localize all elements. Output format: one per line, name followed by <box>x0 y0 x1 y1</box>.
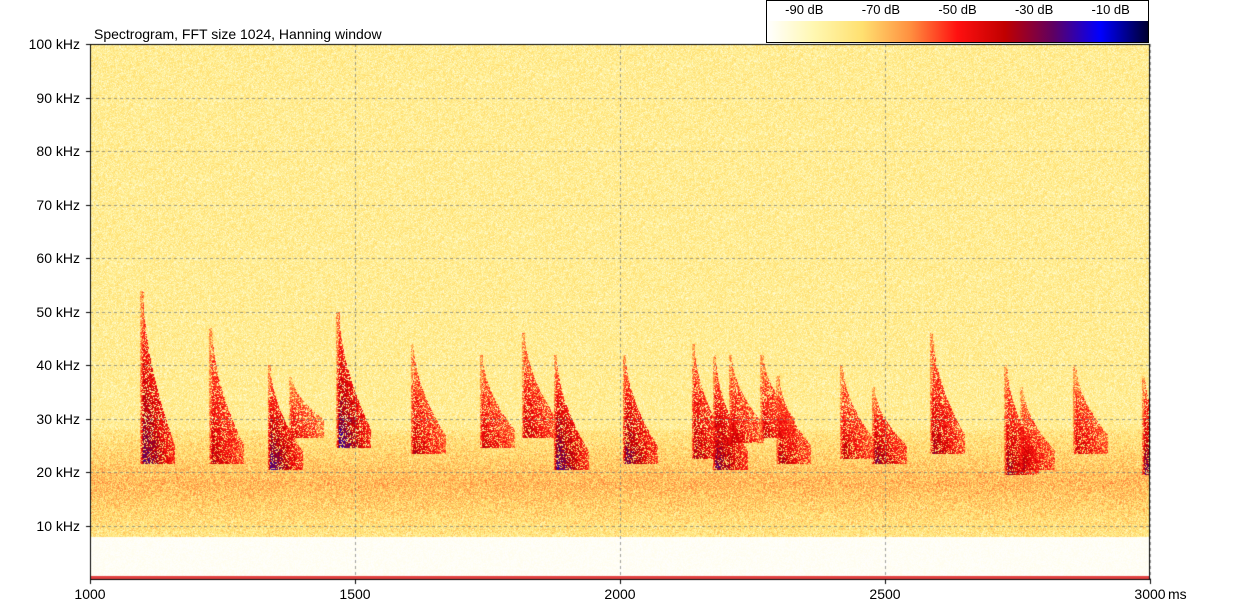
colorbar-tick-label: -30 dB <box>1014 2 1054 17</box>
y-tick-label: 10 kHz <box>36 517 80 534</box>
chart-title: Spectrogram, FFT size 1024, Hanning wind… <box>94 26 382 42</box>
y-tick-label: 40 kHz <box>36 357 80 373</box>
colorbar-tick-label: -10 dB <box>1091 2 1130 17</box>
y-tick-label: 50 kHz <box>36 303 80 320</box>
y-tick-label: 90 kHz <box>36 89 80 106</box>
x-tick-label: 1500 <box>339 586 371 602</box>
colorbar-tick-label: -70 dB <box>861 2 901 17</box>
y-tick-label: 80 kHz <box>36 143 80 159</box>
x-tick-label: 3000 <box>1134 586 1166 602</box>
colorbar-tick-label: -90 dB <box>785 2 824 17</box>
y-tick-label: 30 kHz <box>36 410 80 427</box>
colorbar-tick-label: -50 dB <box>938 2 977 17</box>
x-axis-unit: ms <box>1168 586 1187 602</box>
x-tick-label: 2000 <box>604 586 636 602</box>
y-tick-label: 20 kHz <box>36 464 80 480</box>
spectrogram-canvas <box>0 0 1238 606</box>
x-tick-label: 2500 <box>869 586 901 602</box>
x-tick-label: 1000 <box>74 586 106 602</box>
y-tick-label: 60 kHz <box>36 250 80 266</box>
y-tick-label: 70 kHz <box>36 196 80 213</box>
colorbar-gradient <box>767 21 1148 42</box>
y-tick-label: 100 kHz <box>28 36 80 52</box>
